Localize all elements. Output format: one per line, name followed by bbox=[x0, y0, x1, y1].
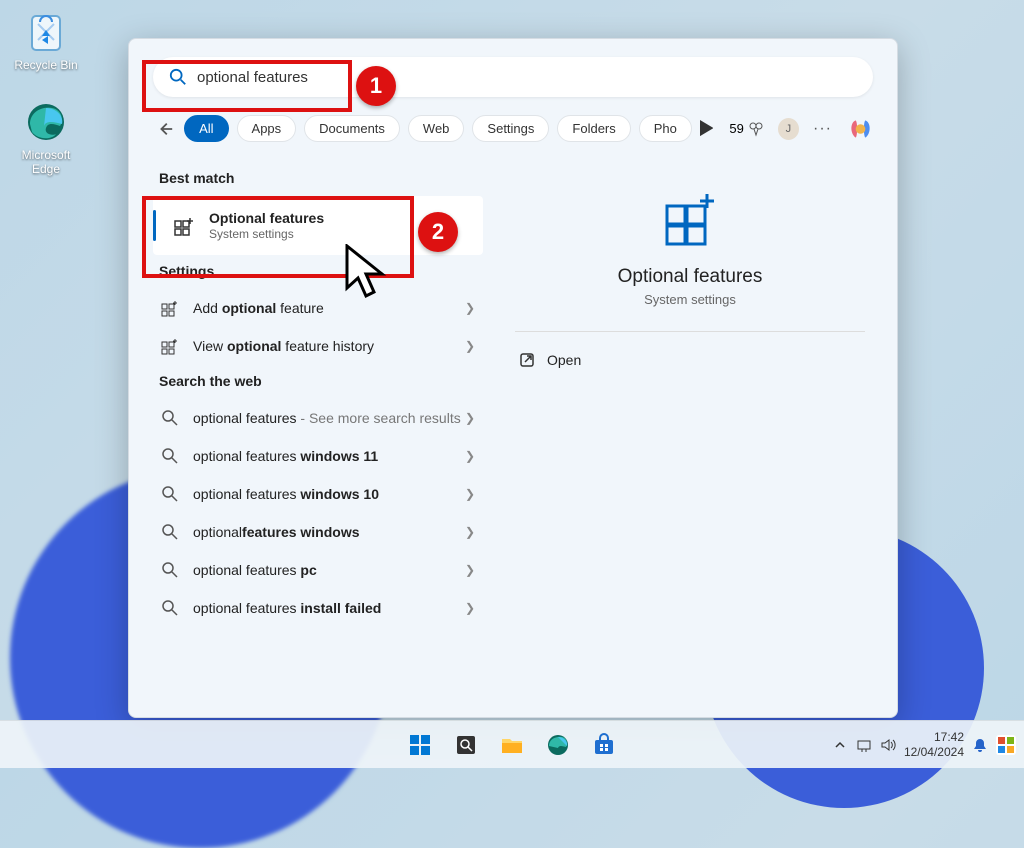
search-icon bbox=[161, 561, 179, 579]
filter-web[interactable]: Web bbox=[408, 115, 465, 142]
apps-grid-icon bbox=[161, 299, 179, 317]
preview-subtitle: System settings bbox=[515, 292, 865, 307]
search-bar[interactable] bbox=[153, 57, 873, 97]
annotation-badge-1: 1 bbox=[356, 66, 396, 106]
best-match-title: Optional features bbox=[209, 210, 324, 226]
rewards-indicator[interactable]: 59 bbox=[729, 121, 763, 137]
network-icon[interactable] bbox=[856, 737, 872, 753]
chevron-right-icon: ❯ bbox=[465, 525, 475, 539]
chevron-right-icon: ❯ bbox=[465, 601, 475, 615]
search-panel: All Apps Documents Web Settings Folders … bbox=[128, 38, 898, 718]
recycle-bin-icon bbox=[24, 10, 68, 54]
web-result[interactable]: optional features pc ❯ bbox=[153, 551, 483, 589]
chevron-right-icon: ❯ bbox=[465, 487, 475, 501]
search-icon bbox=[161, 599, 179, 617]
search-icon bbox=[161, 523, 179, 541]
volume-icon[interactable] bbox=[880, 737, 896, 753]
filter-row: All Apps Documents Web Settings Folders … bbox=[129, 111, 897, 154]
optional-features-icon bbox=[173, 215, 195, 237]
next-filter-icon[interactable] bbox=[700, 120, 713, 136]
notifications-icon[interactable] bbox=[972, 737, 988, 753]
rewards-icon bbox=[748, 121, 764, 137]
filter-folders[interactable]: Folders bbox=[557, 115, 630, 142]
start-button[interactable] bbox=[400, 725, 440, 765]
section-best-match: Best match bbox=[159, 170, 483, 186]
tray-app-icon[interactable] bbox=[996, 735, 1016, 755]
desktop-icon-label: Microsoft Edge bbox=[22, 148, 71, 176]
chevron-right-icon: ❯ bbox=[465, 563, 475, 577]
search-input[interactable] bbox=[197, 69, 857, 86]
taskbar: 17:42 12/04/2024 bbox=[0, 720, 1024, 768]
filter-apps[interactable]: Apps bbox=[237, 115, 297, 142]
optional-features-large-icon bbox=[661, 188, 719, 246]
back-arrow-icon bbox=[156, 120, 174, 138]
preview-title: Optional features bbox=[515, 266, 865, 288]
chevron-right-icon: ❯ bbox=[465, 449, 475, 463]
annotation-badge-2: 2 bbox=[418, 212, 458, 252]
web-result[interactable]: optionalfeatures windows ❯ bbox=[153, 513, 483, 551]
web-result[interactable]: optional features windows 10 ❯ bbox=[153, 475, 483, 513]
chevron-up-icon[interactable] bbox=[832, 737, 848, 753]
edge-icon bbox=[24, 100, 68, 144]
apps-grid-icon bbox=[161, 337, 179, 355]
chevron-right-icon: ❯ bbox=[465, 339, 475, 353]
preview-pane: Optional features System settings Open bbox=[507, 162, 873, 702]
section-settings: Settings bbox=[159, 263, 483, 279]
search-icon bbox=[161, 485, 179, 503]
web-result[interactable]: optional features install failed ❯ bbox=[153, 589, 483, 627]
search-icon bbox=[161, 447, 179, 465]
taskbar-clock[interactable]: 17:42 12/04/2024 bbox=[904, 730, 964, 759]
filter-settings[interactable]: Settings bbox=[472, 115, 549, 142]
settings-result-history[interactable]: View optional feature history ❯ bbox=[153, 327, 483, 365]
copilot-icon[interactable] bbox=[848, 116, 873, 142]
back-button[interactable] bbox=[153, 117, 176, 141]
search-icon bbox=[161, 409, 179, 427]
user-avatar[interactable]: J bbox=[778, 118, 799, 140]
desktop-icon-recycle-bin[interactable]: Recycle Bin bbox=[8, 10, 84, 72]
section-web: Search the web bbox=[159, 373, 483, 389]
taskbar-edge[interactable] bbox=[538, 725, 578, 765]
preview-action-open[interactable]: Open bbox=[515, 344, 865, 376]
filter-all[interactable]: All bbox=[184, 115, 228, 142]
taskbar-explorer[interactable] bbox=[492, 725, 532, 765]
open-icon bbox=[519, 352, 535, 368]
chevron-right-icon: ❯ bbox=[465, 301, 475, 315]
chevron-right-icon: ❯ bbox=[465, 411, 475, 425]
taskbar-search[interactable] bbox=[446, 725, 486, 765]
filter-documents[interactable]: Documents bbox=[304, 115, 400, 142]
web-result[interactable]: optional features - See more search resu… bbox=[153, 399, 483, 437]
web-result[interactable]: optional features windows 11 ❯ bbox=[153, 437, 483, 475]
settings-result-add[interactable]: Add optional feature ❯ bbox=[153, 289, 483, 327]
desktop-icon-edge[interactable]: Microsoft Edge bbox=[8, 100, 84, 176]
search-icon bbox=[169, 68, 187, 86]
more-options[interactable]: ··· bbox=[813, 120, 832, 138]
filter-photos[interactable]: Pho bbox=[639, 115, 692, 142]
desktop-icon-label: Recycle Bin bbox=[14, 58, 77, 72]
taskbar-store[interactable] bbox=[584, 725, 624, 765]
